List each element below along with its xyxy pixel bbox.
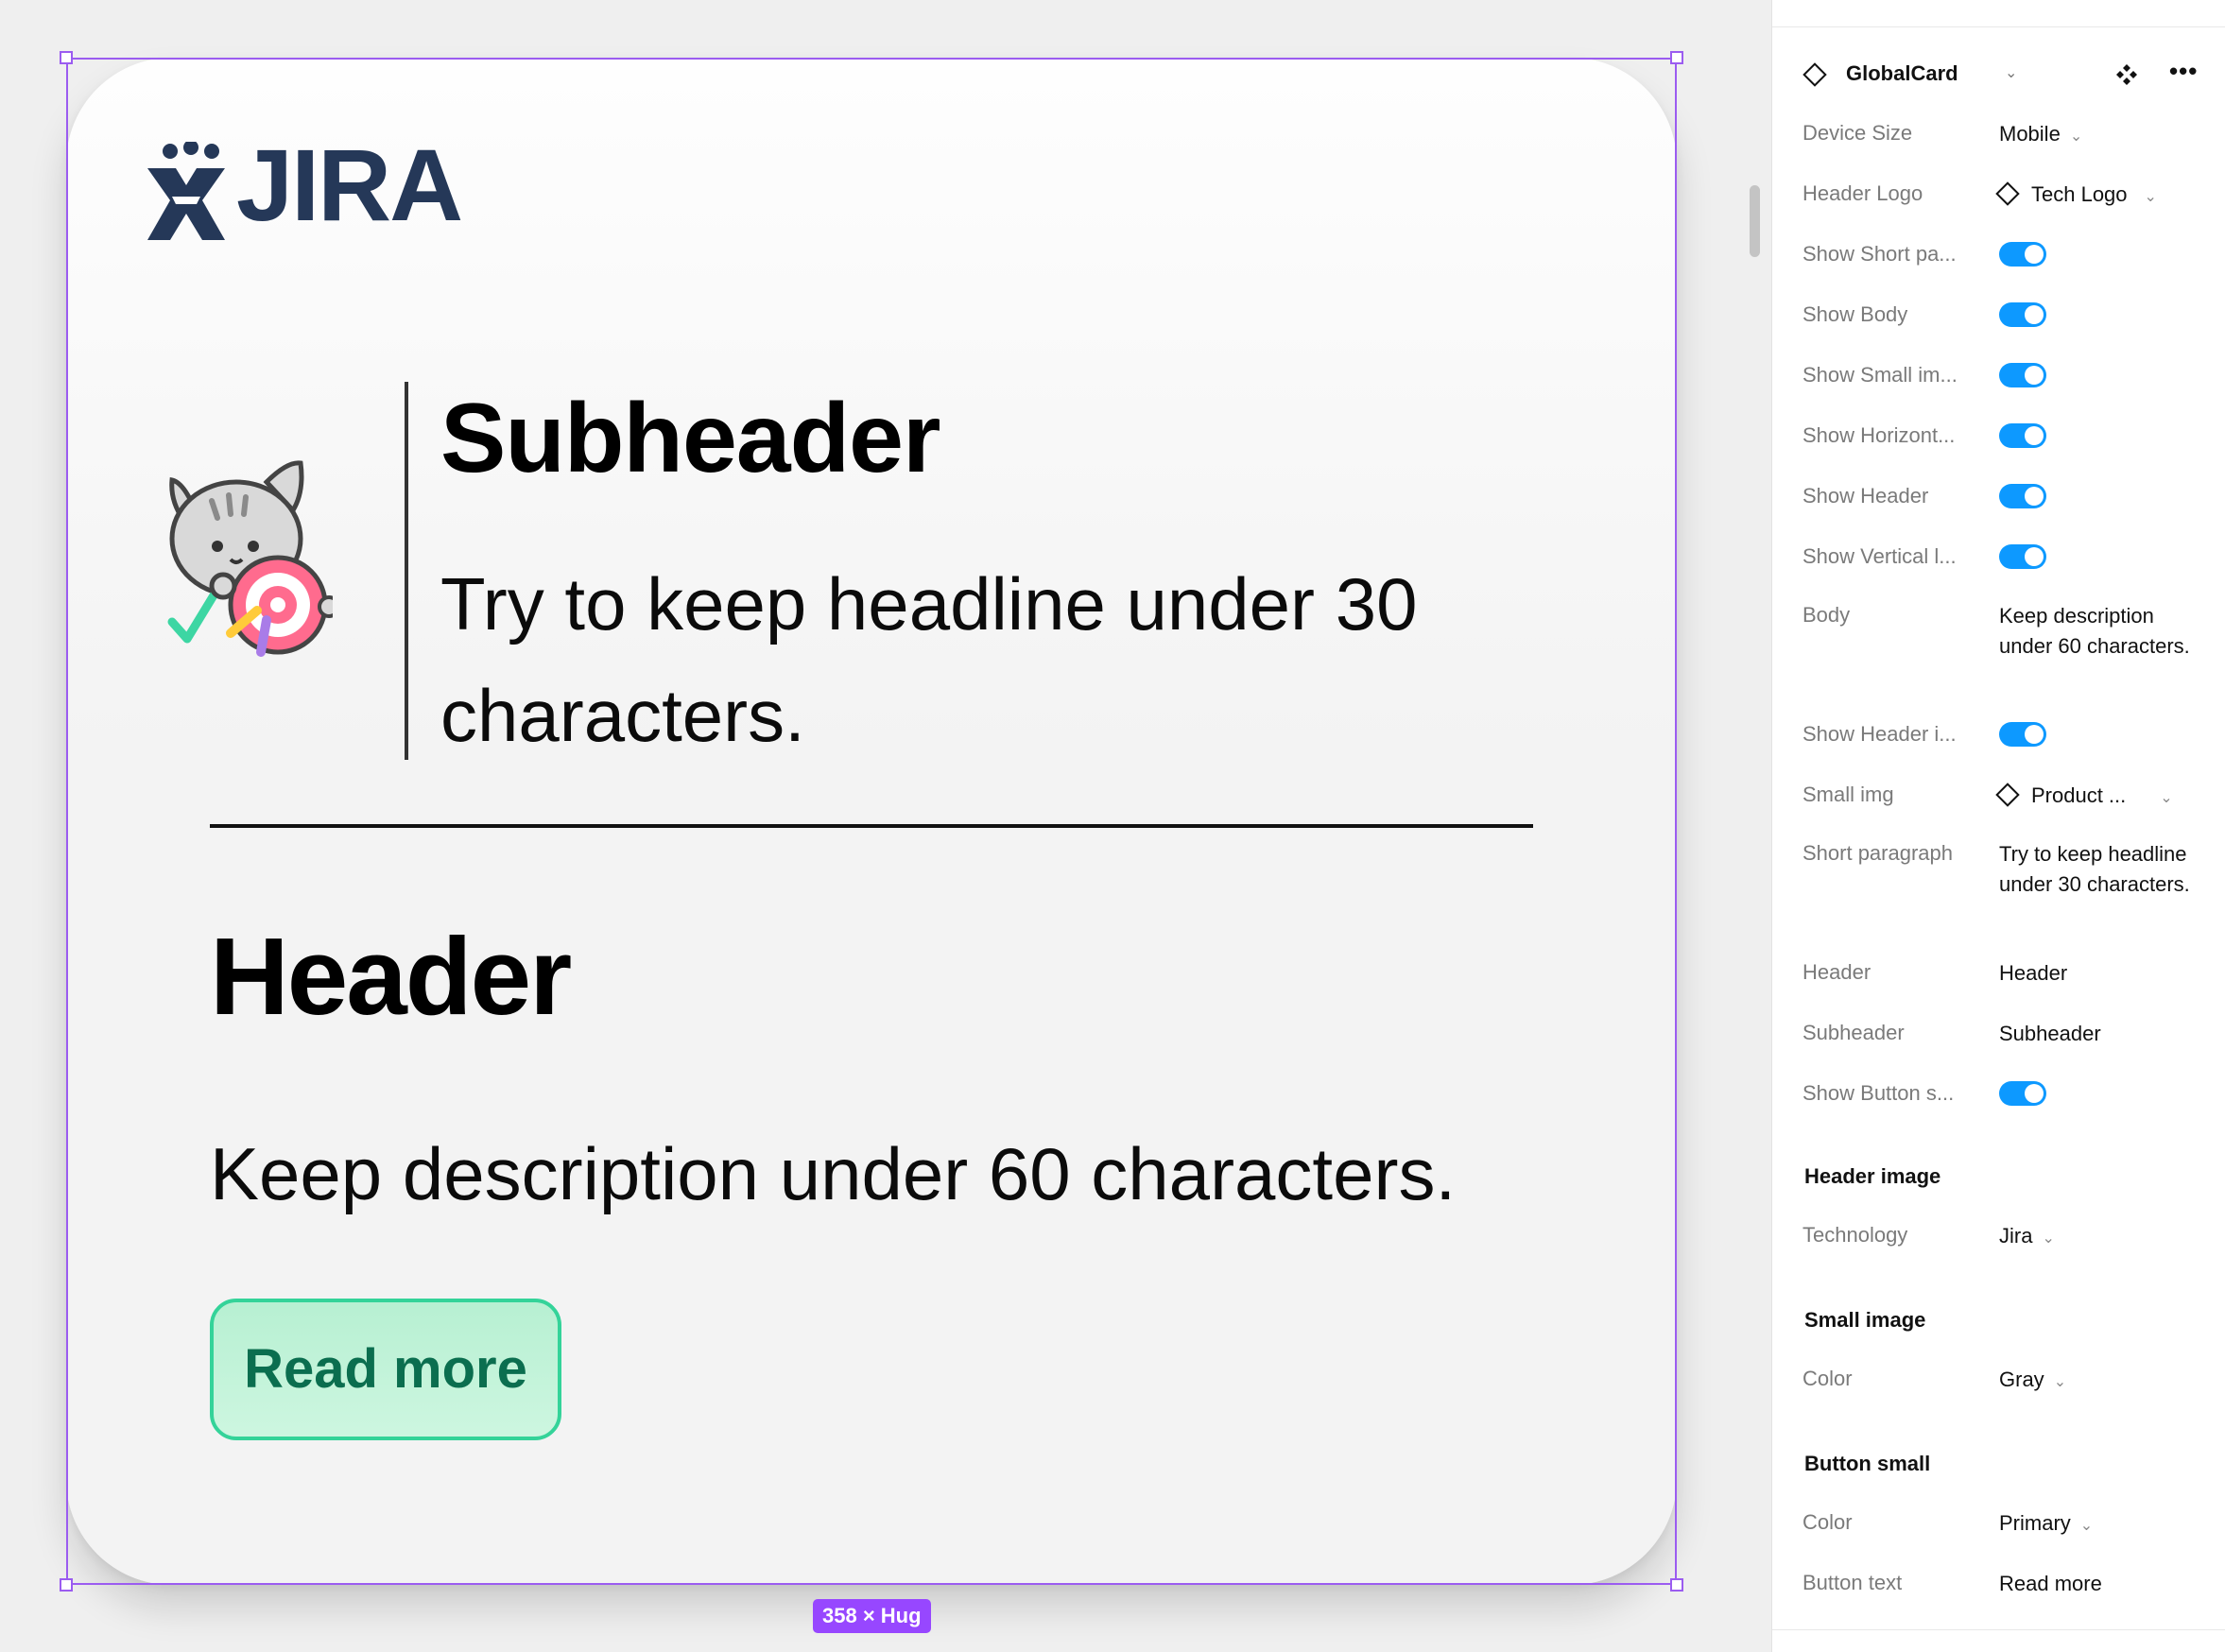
resize-handle-bottom-left[interactable] — [60, 1578, 73, 1592]
jira-wordmark: JIRA — [236, 128, 463, 242]
small-img-instance[interactable]: Product ... ⌄ — [1995, 781, 2173, 814]
resize-handle-top-right[interactable] — [1670, 51, 1683, 64]
chevron-down-icon: ⌄ — [2042, 1230, 2055, 1247]
properties-panel: GlobalCard ⌄ ••• Device Size Mobile ⌄ Hea… — [1771, 0, 2225, 1652]
prop-label: Header Logo — [1802, 181, 1923, 205]
size-badge: 358 × Hug — [813, 1599, 931, 1633]
component-header: GlobalCard ⌄ ••• — [1802, 59, 2209, 89]
card-body: Keep description under 60 characters. — [210, 1132, 1457, 1215]
prop-label: Short paragraph — [1802, 841, 1953, 865]
vertical-divider — [405, 382, 408, 760]
section-title-small-image: Small image — [1804, 1308, 1926, 1332]
card-short-paragraph: Try to keep headline under 30 characters… — [440, 562, 1418, 757]
prop-label: Subheader — [1802, 1021, 1905, 1044]
chevron-down-icon: ⌄ — [2069, 129, 2083, 145]
chevron-down-icon: ⌄ — [2079, 1518, 2094, 1534]
prop-value: Jira — [1999, 1224, 2033, 1248]
prop-label: Show Body — [1802, 302, 1908, 326]
instance-icon — [1995, 783, 2020, 807]
toggle-switch[interactable] — [1999, 242, 2046, 267]
prop-label: Show Header — [1802, 484, 1929, 508]
prop-label: Show Horizont... — [1802, 423, 1956, 447]
component-name[interactable]: GlobalCard — [1846, 59, 1958, 89]
more-options-icon[interactable]: ••• — [2169, 59, 2198, 83]
toggle-switch[interactable] — [1999, 484, 2046, 508]
short-paragraph-text-field[interactable]: Try to keep headline under 30 characters… — [1999, 839, 2198, 900]
prop-value: Product ... — [2031, 783, 2127, 807]
prop-value: Gray — [1999, 1368, 2044, 1391]
resize-handle-bottom-right[interactable] — [1670, 1578, 1683, 1592]
header-text-field[interactable]: Header — [1999, 958, 2067, 989]
horizontal-divider — [210, 824, 1533, 828]
prop-label: Show Header i... — [1802, 722, 1957, 746]
prop-label: Small img — [1802, 783, 1894, 806]
subheader-text-field[interactable]: Subheader — [1999, 1019, 2101, 1049]
button-text-field[interactable]: Read more — [1999, 1569, 2102, 1599]
chevron-down-icon[interactable]: ⌄ — [2005, 59, 2017, 89]
panel-divider — [1772, 26, 2225, 27]
jira-logo: JIRA — [144, 134, 463, 252]
panel-divider — [1772, 1629, 2225, 1630]
global-card[interactable]: JIRA Subheader Try to keep headline unde… — [66, 58, 1677, 1585]
prop-label: Header — [1802, 960, 1871, 984]
card-subheader: Subheader — [440, 384, 940, 493]
button-color-dropdown[interactable]: Primary ⌄ — [1999, 1508, 2093, 1541]
device-size-dropdown[interactable]: Mobile ⌄ — [1999, 119, 2082, 152]
component-instance-icon[interactable] — [2114, 62, 2139, 87]
canvas-scrollbar[interactable] — [1750, 185, 1760, 257]
prop-label: Color — [1802, 1510, 1853, 1534]
prop-label: Show Small im... — [1802, 363, 1958, 387]
header-logo-instance[interactable]: Tech Logo ⌄ — [1995, 180, 2157, 213]
card-header: Header — [210, 915, 572, 1038]
prop-label: Show Vertical l... — [1802, 544, 1957, 568]
chevron-down-icon: ⌄ — [2144, 189, 2157, 205]
component-icon — [1802, 62, 1827, 87]
technology-dropdown[interactable]: Jira ⌄ — [1999, 1221, 2055, 1254]
resize-handle-top-left[interactable] — [60, 51, 73, 64]
prop-value: Primary — [1999, 1511, 2071, 1535]
prop-label: Show Short pa... — [1802, 242, 1957, 266]
section-title-button-small: Button small — [1804, 1452, 1931, 1475]
prop-label: Color — [1802, 1367, 1853, 1390]
toggle-switch[interactable] — [1999, 423, 2046, 448]
small-image-color-dropdown[interactable]: Gray ⌄ — [1999, 1365, 2066, 1398]
read-more-button[interactable]: Read more — [210, 1299, 561, 1440]
prop-value: Mobile — [1999, 122, 2061, 146]
toggle-switch[interactable] — [1999, 544, 2046, 569]
instance-icon — [1995, 181, 2020, 206]
toggle-switch[interactable] — [1999, 1081, 2046, 1106]
cat-target-icon — [167, 460, 333, 657]
chevron-down-icon: ⌄ — [2053, 1374, 2067, 1390]
prop-label: Button text — [1802, 1571, 1903, 1594]
jira-mark-icon — [147, 140, 225, 240]
section-title-header-image: Header image — [1804, 1164, 1941, 1188]
design-canvas[interactable]: JIRA Subheader Try to keep headline unde… — [0, 0, 1771, 1652]
prop-label: Technology — [1802, 1223, 1908, 1247]
prop-label: Show Button s... — [1802, 1081, 1955, 1105]
toggle-switch[interactable] — [1999, 722, 2046, 747]
prop-value: Tech Logo — [2031, 182, 2128, 206]
toggle-switch[interactable] — [1999, 302, 2046, 327]
body-text-field[interactable]: Keep description under 60 characters. — [1999, 601, 2198, 662]
chevron-down-icon: ⌄ — [2160, 790, 2173, 806]
toggle-switch[interactable] — [1999, 363, 2046, 387]
prop-label: Body — [1802, 603, 1851, 627]
prop-label: Device Size — [1802, 121, 1913, 145]
